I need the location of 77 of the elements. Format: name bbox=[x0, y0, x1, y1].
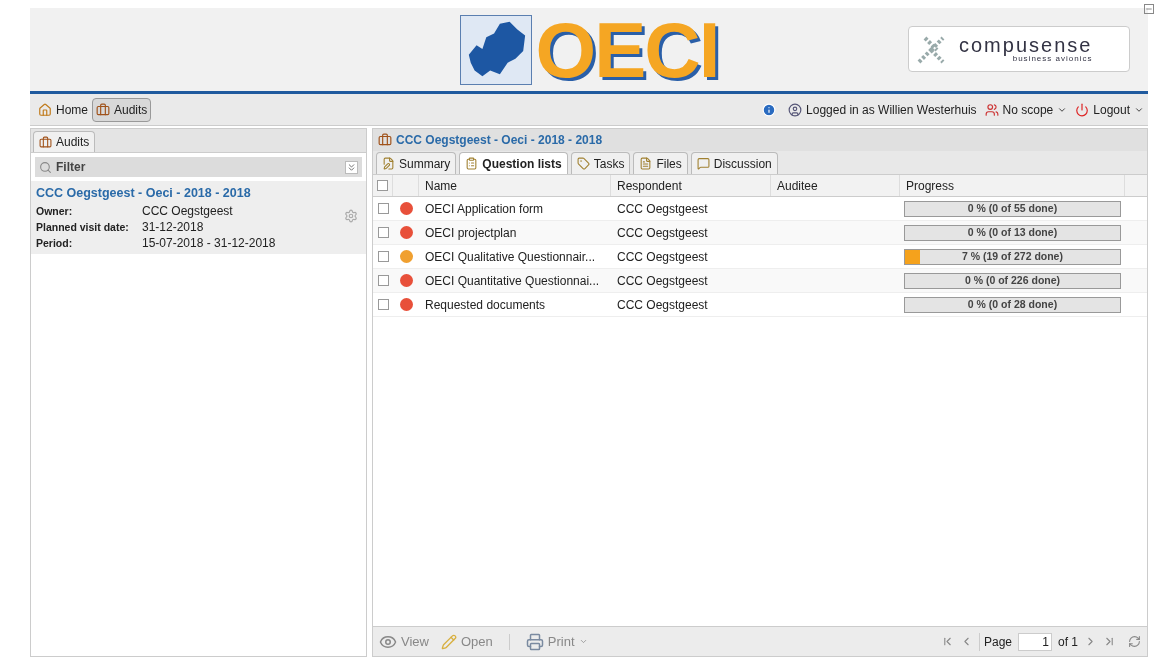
progress-text: 0 % (0 of 13 done) bbox=[966, 225, 1059, 240]
tag-icon bbox=[576, 157, 590, 170]
nav-button[interactable]: Home bbox=[34, 97, 92, 122]
audit-card[interactable]: CCC Oegstgeest - Oeci - 2018 - 2018 Owner: CCC Oegstgeest Planned visit date: 31-12-2018 Period: 15-07-2018 - 31-12-2018 bbox=[31, 181, 366, 254]
progress-text: 0 % (0 of 28 done) bbox=[966, 297, 1059, 312]
detail-tab[interactable]: Question lists bbox=[459, 152, 568, 174]
table-row[interactable]: OECI Quantitative Questionnai... CCC Oegstgeest 0 % (0 of 226 done) bbox=[373, 269, 1147, 293]
scope-menu[interactable]: No scope bbox=[984, 100, 1068, 119]
last-page-icon[interactable] bbox=[1103, 635, 1116, 648]
field-label: Period: bbox=[36, 235, 74, 251]
speech-bubble-icon bbox=[696, 157, 710, 170]
power-icon bbox=[1075, 102, 1090, 117]
user-icon bbox=[788, 102, 803, 117]
table-cell-text: CCC Oegstgeest bbox=[616, 224, 709, 242]
refresh-icon[interactable] bbox=[1128, 635, 1141, 648]
users-icon bbox=[984, 102, 999, 117]
row-checkbox[interactable] bbox=[377, 203, 389, 214]
row-checkbox[interactable] bbox=[377, 251, 389, 262]
table-row[interactable]: OECI projectplan CCC Oegstgeest 0 % (0 of 13 done) bbox=[373, 221, 1147, 245]
minimize-icon[interactable] bbox=[1144, 4, 1154, 14]
progress-text: 7 % (19 of 272 done) bbox=[961, 249, 1064, 264]
nav-button[interactable]: Audits bbox=[92, 97, 152, 122]
row-checkbox[interactable] bbox=[377, 299, 389, 310]
detail-tab[interactable]: Discussion bbox=[690, 152, 778, 174]
logo-text: OECI bbox=[535, 10, 719, 89]
table-cell-text: Requested documents bbox=[424, 296, 547, 314]
file-icon bbox=[639, 157, 653, 170]
printer-icon bbox=[525, 632, 544, 651]
table-cell-text: OECI Qualitative Questionnair... bbox=[424, 248, 597, 266]
column-header[interactable]: Name bbox=[419, 175, 611, 196]
table-cell-text: OECI Quantitative Questionnai... bbox=[424, 272, 601, 290]
clipboard-icon bbox=[465, 157, 479, 170]
pencil-icon bbox=[440, 633, 457, 650]
briefcase-icon bbox=[39, 135, 52, 149]
table-cell-text: CCC Oegstgeest bbox=[616, 296, 709, 314]
settings-icon[interactable] bbox=[344, 209, 358, 223]
sidebar-tab[interactable]: Audits bbox=[33, 131, 96, 152]
page-field[interactable]: 1 bbox=[1018, 632, 1052, 651]
logout-menu[interactable]: Logout bbox=[1075, 100, 1144, 119]
partner-tagline: business avionics bbox=[1012, 55, 1093, 63]
progress-text: 0 % (0 of 55 done) bbox=[966, 201, 1059, 216]
caret-icon bbox=[578, 637, 588, 646]
detail-tab[interactable]: Files bbox=[633, 152, 688, 174]
field-value: CCC Oegstgeest bbox=[142, 202, 233, 219]
field-value: 15-07-2018 - 31-12-2018 bbox=[142, 234, 276, 251]
row-checkbox[interactable] bbox=[377, 227, 389, 238]
table-cell-text: OECI Application form bbox=[424, 200, 545, 218]
column-header[interactable]: Auditee bbox=[771, 175, 900, 196]
detail-title: CCC Oegstgeest - Oeci - 2018 - 2018 bbox=[396, 132, 603, 149]
column-header[interactable]: Progress bbox=[900, 175, 1125, 196]
info-icon[interactable] bbox=[762, 102, 777, 117]
audit-title: CCC Oegstgeest - Oeci - 2018 - 2018 bbox=[36, 185, 252, 202]
header-checkbox[interactable] bbox=[377, 180, 388, 191]
detail-tab[interactable]: Tasks bbox=[570, 152, 631, 174]
field-label: Planned visit date: bbox=[36, 219, 130, 235]
house-icon bbox=[38, 102, 52, 117]
row-checkbox[interactable] bbox=[377, 275, 389, 286]
document-icon bbox=[382, 157, 395, 170]
field-value: 31-12-2018 bbox=[142, 218, 204, 235]
table-cell-text: CCC Oegstgeest bbox=[616, 248, 709, 266]
briefcase-icon bbox=[378, 133, 392, 147]
progress-text: 0 % (0 of 226 done) bbox=[963, 273, 1062, 288]
filter-bar[interactable]: Filter bbox=[35, 157, 362, 177]
expand-icon[interactable] bbox=[345, 160, 358, 174]
briefcase-icon bbox=[96, 102, 110, 117]
detail-tab[interactable]: Summary bbox=[376, 152, 457, 174]
search-icon bbox=[39, 160, 52, 174]
field-label: Owner: bbox=[36, 203, 74, 219]
table-cell-text: OECI projectplan bbox=[424, 224, 518, 242]
filter-label: Filter bbox=[56, 159, 86, 176]
table-cell-text: CCC Oegstgeest bbox=[616, 272, 709, 290]
column-header[interactable]: Respondent bbox=[611, 175, 771, 196]
page-count: of 1 bbox=[1058, 633, 1078, 651]
table-cell-text: CCC Oegstgeest bbox=[616, 200, 709, 218]
partner-name: compusense bbox=[959, 35, 1093, 55]
page-label: Page bbox=[978, 632, 1012, 651]
user-label: Logged in as Willien Westerhuis bbox=[788, 100, 977, 119]
